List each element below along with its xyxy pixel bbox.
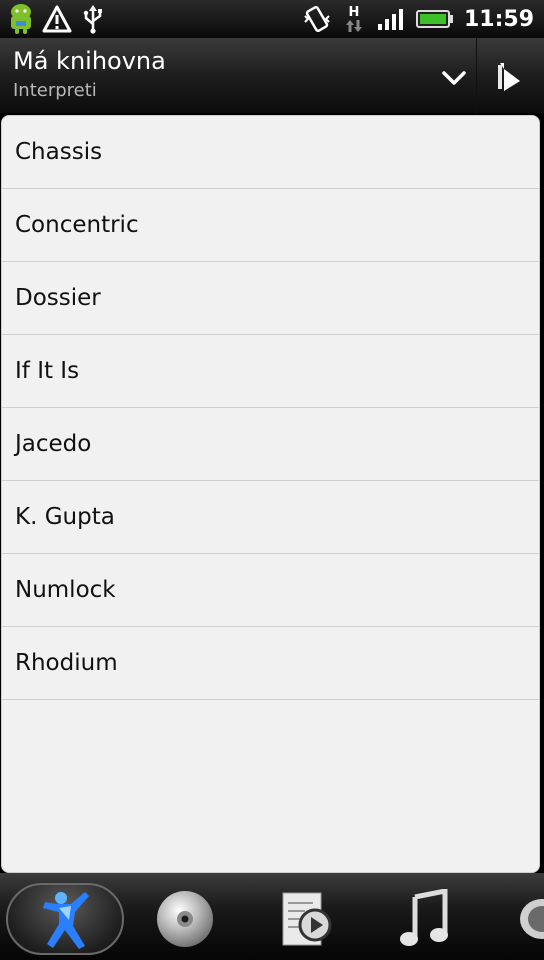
albums-icon	[157, 891, 213, 947]
network-type-label: H	[348, 4, 360, 20]
clock: 11:59	[463, 6, 534, 32]
warning-icon	[42, 4, 72, 34]
chevron-down-icon	[442, 71, 466, 85]
status-bar: H 11:59	[0, 0, 544, 38]
more-icon	[520, 899, 544, 939]
tab-artists[interactable]	[6, 883, 124, 955]
list-item[interactable]: Jacedo	[2, 408, 539, 481]
category-dropdown-button[interactable]	[432, 58, 476, 98]
header-divider	[476, 38, 477, 114]
now-playing-button[interactable]	[484, 56, 534, 98]
list-item[interactable]: Rhodium	[2, 627, 539, 700]
usb-icon	[78, 4, 108, 34]
list-item[interactable]: Numlock	[2, 554, 539, 627]
page-subtitle: Interpreti	[13, 80, 97, 101]
tab-albums[interactable]	[148, 883, 222, 955]
play-icon	[498, 63, 520, 91]
list-item[interactable]: Chassis	[2, 116, 539, 189]
artist-list[interactable]: Chassis Concentric Dossier If It Is Jace…	[1, 115, 540, 873]
library-header: Má knihovna Interpreti	[0, 38, 544, 114]
songs-icon	[400, 889, 448, 946]
vibrate-icon	[302, 4, 332, 34]
page-title: Má knihovna	[13, 47, 166, 75]
list-item[interactable]: K. Gupta	[2, 481, 539, 554]
android-icon	[6, 4, 36, 34]
tab-playlists[interactable]	[268, 883, 342, 955]
list-item[interactable]: Concentric	[2, 189, 539, 262]
list-item[interactable]: Dossier	[2, 262, 539, 335]
battery-icon	[415, 4, 454, 34]
list-item[interactable]: If It Is	[2, 335, 539, 408]
signal-icon	[376, 4, 406, 34]
playlists-icon	[282, 892, 332, 946]
artists-icon	[43, 892, 89, 949]
bottom-nav	[0, 873, 544, 960]
tab-songs[interactable]	[388, 883, 462, 955]
tab-more[interactable]	[512, 883, 544, 955]
network-data-icon: H	[342, 4, 366, 34]
